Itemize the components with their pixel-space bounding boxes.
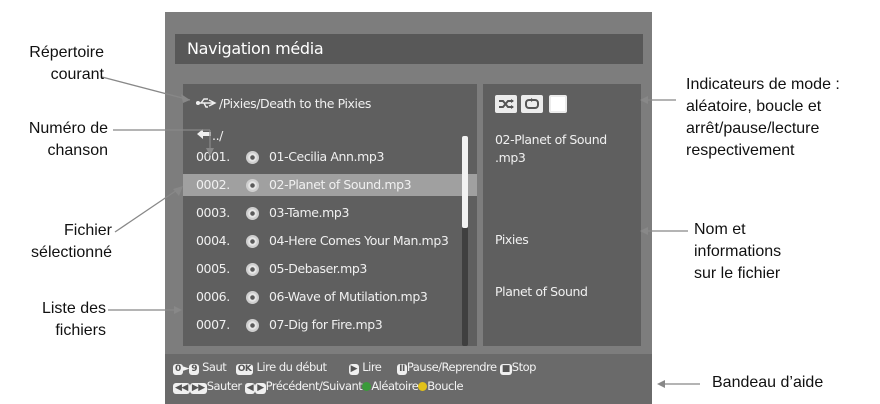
rewind-key-icon: ◀◀: [173, 383, 190, 394]
mode-indicators: [483, 84, 641, 124]
scrollbar[interactable]: [462, 136, 468, 346]
callout-text: respectivement: [686, 142, 795, 159]
shuffle-icon: [495, 95, 517, 113]
help-aleatoire: Aléatoire: [371, 379, 419, 393]
help-line-2: ◀◀ ▶▶ Sauter ◀ ▶ Précédent/Suivant Aléatoire B…: [173, 379, 464, 394]
file-name: 03-Tame.mp3: [269, 205, 349, 220]
file-info-panel: 02-Planet of Sound .mp3 Pixies Planet of…: [483, 124, 641, 346]
pause-key-icon: II: [397, 364, 407, 375]
disc-icon: [246, 151, 259, 164]
callout-text: sélectionné: [31, 244, 112, 261]
help-stop: Stop: [511, 360, 537, 374]
callout-text: arrêt/pause/lecture: [686, 120, 820, 137]
info-filename-line1: 02-Planet of Sound: [495, 132, 607, 147]
tv-screen: Navigation média /Pixies/Death to the Pi…: [165, 12, 652, 404]
help-boucle: Boucle: [427, 379, 464, 393]
previous-key-icon: ◀: [244, 383, 256, 394]
info-filename-line2: .mp3: [495, 150, 526, 165]
callout-text: Répertoire: [29, 44, 104, 61]
callout-file-info: Nom et informations sur le fichier: [694, 219, 874, 285]
info-title: Planet of Sound: [495, 284, 588, 299]
help-lire-debut: Lire du début: [256, 360, 328, 374]
file-row[interactable]: 0004. 04-Here Comes Your Man.mp3: [183, 230, 477, 252]
play-key-icon: ▶: [348, 364, 360, 375]
callout-text: Numéro de: [28, 120, 108, 137]
file-name: 01-Cecilia Ann.mp3: [269, 149, 384, 164]
help-sauter: Sauter: [206, 379, 242, 393]
scrollbar-thumb[interactable]: [462, 136, 468, 228]
callout-file-list: Liste des fichiers: [0, 298, 106, 342]
info-artist: Pixies: [495, 232, 529, 247]
song-number: 0003.: [196, 205, 230, 220]
disc-icon: [246, 207, 259, 220]
file-name: 07-Dig for Fire.mp3: [269, 317, 383, 332]
disc-icon: [246, 291, 259, 304]
stop-key-icon: ■: [499, 364, 512, 375]
help-lire: Lire: [362, 360, 382, 374]
file-row[interactable]: 0005. 05-Debaser.mp3: [183, 258, 477, 280]
file-row[interactable]: 0006. 06-Wave of Mutilation.mp3: [183, 286, 477, 308]
help-bar: 0 ► 9 Saut OK Lire du début ▶ Lire II Pause…: [165, 354, 652, 404]
song-number: 0007.: [196, 317, 230, 332]
yellow-button-icon: [418, 382, 428, 391]
parent-directory-item[interactable]: ../: [196, 128, 223, 143]
green-button-icon: [362, 382, 372, 391]
file-row[interactable]: 0007. 07-Dig for Fire.mp3: [183, 314, 477, 336]
callout-mode-indicators: Indicateurs de mode : aléatoire, boucle …: [686, 74, 880, 162]
disc-icon: [246, 319, 259, 332]
help-line-1: 0 ► 9 Saut OK Lire du début ▶ Lire II Pause…: [173, 360, 536, 375]
callout-text: chanson: [47, 142, 109, 159]
callout-song-number: Numéro de chanson: [0, 118, 108, 162]
file-row[interactable]: 0003. 03-Tame.mp3: [183, 202, 477, 224]
song-number: 0001.: [196, 149, 230, 164]
help-pause: Pause/Reprendre: [406, 360, 497, 374]
song-number: 0002.: [196, 177, 230, 192]
callout-current-directory: Répertoire courant: [0, 42, 104, 86]
current-directory-bar: /Pixies/Death to the Pixies: [183, 84, 477, 124]
song-number: 0006.: [196, 289, 230, 304]
file-name: 05-Debaser.mp3: [269, 261, 367, 276]
back-arrow-icon: [196, 128, 212, 140]
file-name: 06-Wave of Mutilation.mp3: [269, 289, 428, 304]
disc-icon: [246, 235, 259, 248]
callout-help-bar: Bandeau d’aide: [712, 374, 824, 391]
forward-key-icon: ▶▶: [189, 383, 207, 394]
file-row[interactable]: 0001. 01-Cecilia Ann.mp3: [183, 146, 477, 168]
callout-text: aléatoire, boucle et: [686, 98, 822, 115]
stop-state-icon: [549, 95, 567, 113]
help-prec-suiv: Précédent/Suivant: [265, 379, 363, 393]
callout-text: courant: [50, 66, 104, 83]
file-list[interactable]: ../ 0001. 01-Cecilia Ann.mp3 0002. 02-Plane…: [183, 124, 477, 346]
key-0-icon: 0: [173, 364, 183, 375]
current-path: /Pixies/Death to the Pixies: [219, 96, 372, 111]
song-number: 0005.: [196, 261, 230, 276]
usb-icon: [195, 85, 219, 125]
disc-icon: [246, 179, 259, 192]
callout-text: Fichier: [63, 222, 112, 239]
key-9-icon: 9: [189, 364, 199, 375]
callout-text: Nom et: [694, 221, 746, 238]
callout-selected-file: Fichier sélectionné: [0, 220, 112, 264]
disc-icon: [246, 263, 259, 276]
next-key-icon: ▶: [255, 383, 266, 394]
file-name: 04-Here Comes Your Man.mp3: [269, 233, 449, 248]
repeat-icon: [521, 95, 543, 113]
callout-text: Liste des: [41, 300, 106, 317]
parent-directory-label: ../: [212, 128, 223, 143]
callout-text: Indicateurs de mode :: [686, 76, 840, 93]
file-name: 02-Planet of Sound.mp3: [269, 177, 412, 192]
callout-text: informations: [694, 243, 782, 260]
callout-text: sur le fichier: [694, 265, 781, 282]
callout-text: fichiers: [55, 322, 106, 339]
ok-key-icon: OK: [235, 364, 254, 375]
page-title: Navigation média: [175, 34, 643, 64]
help-saut: Saut: [202, 360, 227, 374]
file-row-selected[interactable]: 0002. 02-Planet of Sound.mp3: [183, 174, 477, 196]
song-number: 0004.: [196, 233, 230, 248]
